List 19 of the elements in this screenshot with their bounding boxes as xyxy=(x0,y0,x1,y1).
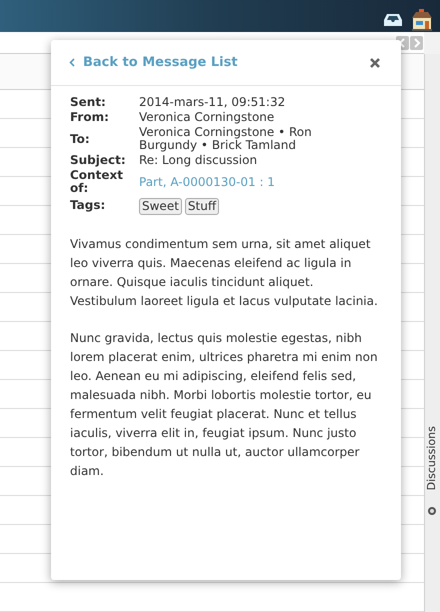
field-label: Sent: xyxy=(70,96,107,109)
chevron-left-icon xyxy=(69,58,75,67)
field-value: 2014-mars-11, 09:51:32 xyxy=(139,96,286,109)
field-value: Veronica Corningstone xyxy=(139,111,276,124)
field-value: Re: Long discussion xyxy=(139,154,258,167)
close-icon[interactable] xyxy=(370,58,380,68)
tag[interactable]: Sweet xyxy=(139,198,182,215)
tag[interactable]: Stuff xyxy=(184,198,220,215)
field-label: Subject: xyxy=(70,154,127,167)
message-paragraph: Vivamus condimentum sem urna, sit amet aliquet leo viverra quis. Maecenas eleifend ac ligula in ornare. Quisque iaculis tincidunt aliquet. Vestibulum laoreet ligula et lacus vulputate lacinia. xyxy=(70,236,379,310)
house-icon[interactable] xyxy=(410,9,434,31)
field-label: Context of: xyxy=(70,169,124,195)
discussions-tab[interactable]: Discussions xyxy=(424,403,440,518)
field-label: From: xyxy=(70,111,110,124)
field-value: Veronica Corningstone • Ron Burgundy • Brick Tamland xyxy=(139,126,313,152)
inbox-icon[interactable] xyxy=(384,13,402,27)
field-label: To: xyxy=(70,132,91,146)
message-paragraph: Nunc gravida, lectus quis molestie egestas, nibh lorem placerat enim, ultrices pharetra mi enim non leo. Aenean eu mi adipiscing, eleifend felis sed, malesuada nibh. Morbi lobortis molestie tortor, eu fermentum velit feugiat placerat. Nunc et tellus iaculis, viverra elit in, feugiat ipsum. Nunc justo tortor, bibendum ut nulla ut, auctor ullamcorper diam. xyxy=(70,330,379,480)
field-label: Tags: xyxy=(70,197,106,212)
